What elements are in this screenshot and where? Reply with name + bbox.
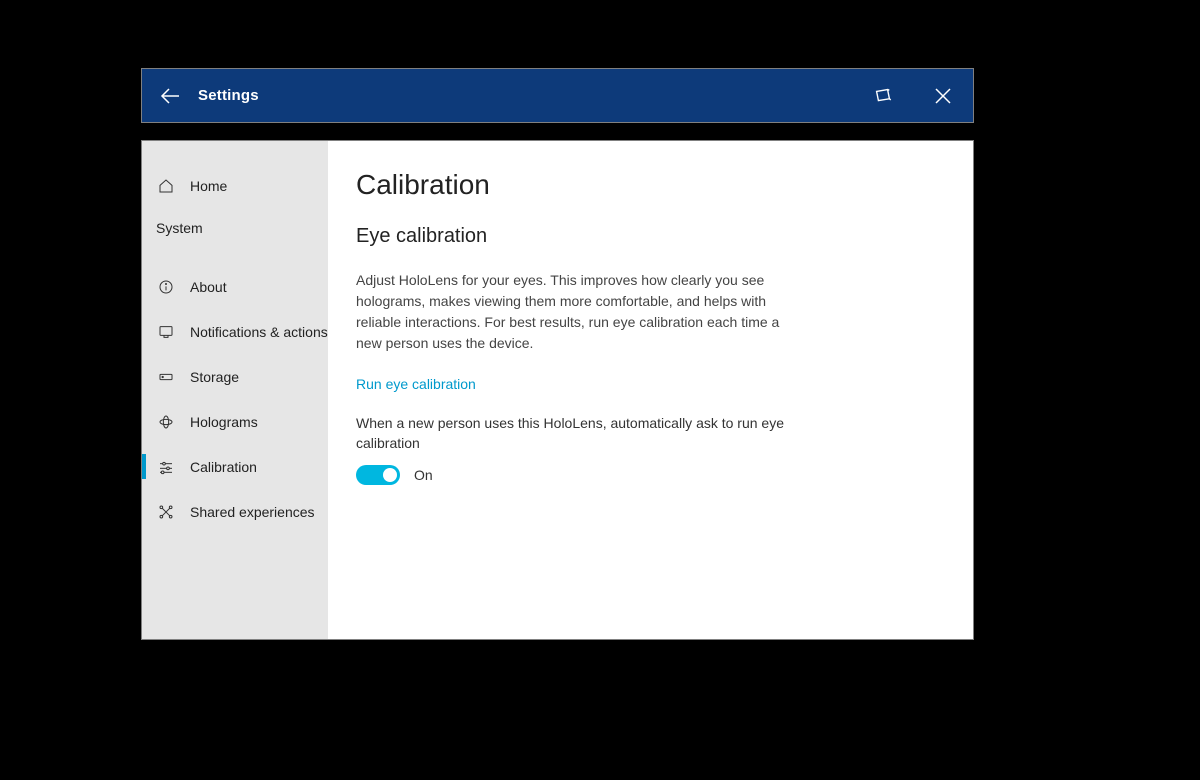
sidebar-item-label: System (156, 220, 203, 236)
sidebar-item-label: Shared experiences (190, 504, 315, 520)
holograms-icon (156, 412, 176, 432)
auto-calibration-toggle-row: On (356, 465, 943, 485)
app-title: Settings (198, 87, 259, 104)
sidebar: Home System About (142, 141, 328, 639)
calibration-icon (156, 457, 176, 477)
auto-calibration-toggle[interactable] (356, 465, 400, 485)
sidebar-item-label: Storage (190, 369, 239, 385)
toggle-state-label: On (414, 467, 433, 483)
follow-button[interactable] (853, 69, 913, 122)
storage-icon (156, 367, 176, 387)
sidebar-item-home[interactable]: Home (142, 163, 328, 208)
sidebar-item-label: Calibration (190, 459, 257, 475)
arrow-left-icon (158, 84, 182, 108)
shared-icon (156, 502, 176, 522)
page-heading: Calibration (356, 169, 943, 201)
run-calibration-link[interactable]: Run eye calibration (356, 376, 476, 392)
content-pane: Calibration Eye calibration Adjust HoloL… (328, 141, 973, 639)
sidebar-item-about[interactable]: About (142, 264, 328, 309)
sidebar-item-label: About (190, 279, 227, 295)
sidebar-category-system[interactable]: System (142, 208, 328, 248)
back-button[interactable] (142, 69, 198, 122)
home-icon (156, 176, 176, 196)
sidebar-item-label: Home (190, 178, 227, 194)
window-icon (872, 85, 894, 107)
section-heading: Eye calibration (356, 225, 943, 248)
sidebar-item-shared-experiences[interactable]: Shared experiences (142, 489, 328, 534)
sidebar-item-label: Notifications & actions (190, 324, 328, 340)
section-description: Adjust HoloLens for your eyes. This impr… (356, 270, 786, 354)
info-icon (156, 277, 176, 297)
close-icon (934, 87, 952, 105)
sidebar-item-storage[interactable]: Storage (142, 354, 328, 399)
sidebar-item-holograms[interactable]: Holograms (142, 399, 328, 444)
close-button[interactable] (913, 69, 973, 122)
titlebar: Settings (141, 68, 974, 123)
notifications-icon (156, 322, 176, 342)
sidebar-item-label: Holograms (190, 414, 258, 430)
toggle-description: When a new person uses this HoloLens, au… (356, 414, 786, 453)
settings-window: Home System About (141, 140, 974, 640)
sidebar-item-calibration[interactable]: Calibration (142, 444, 328, 489)
sidebar-item-notifications[interactable]: Notifications & actions (142, 309, 328, 354)
